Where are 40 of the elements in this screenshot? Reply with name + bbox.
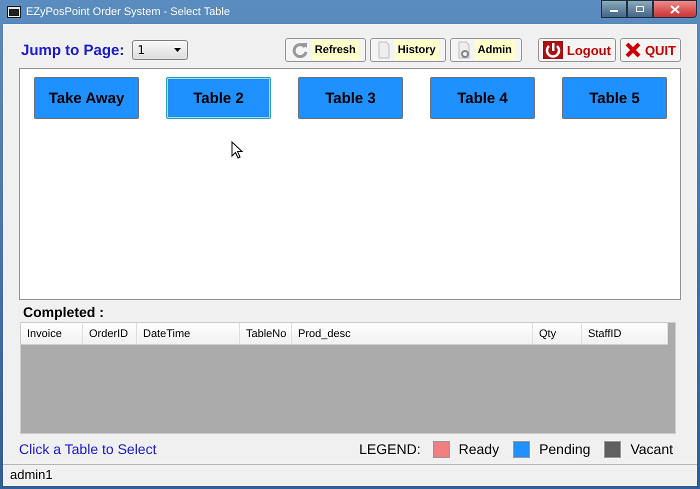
column-header[interactable]: OrderID — [83, 323, 137, 344]
legend-text: Pending — [539, 441, 590, 457]
legend-label: LEGEND: — [359, 441, 421, 457]
window-title: EZyPosPoint Order System - Select Table — [26, 6, 230, 18]
refresh-icon — [292, 42, 308, 58]
mouse-cursor-icon — [231, 141, 243, 159]
column-header[interactable]: Invoice — [21, 323, 83, 344]
page-dropdown[interactable]: 1 — [132, 40, 188, 60]
table-button[interactable]: Table 4 — [430, 77, 535, 119]
close-button[interactable] — [653, 0, 697, 18]
document-gear-icon — [456, 41, 471, 59]
maximize-button[interactable] — [627, 0, 653, 18]
logout-button[interactable]: Logout — [538, 38, 616, 62]
table-button[interactable]: Table 3 — [298, 77, 403, 119]
column-header[interactable]: TableNo — [240, 323, 292, 344]
refresh-button[interactable]: Refresh — [284, 38, 366, 62]
document-icon — [376, 41, 391, 59]
column-header[interactable]: Prod_desc — [292, 323, 533, 344]
maximize-icon — [635, 5, 645, 13]
user-name: admin1 — [10, 467, 53, 482]
table-button[interactable]: Take Away — [34, 77, 139, 119]
quit-button[interactable]: QUIT — [620, 38, 681, 62]
legend-text: Ready — [458, 441, 500, 457]
close-icon — [670, 4, 680, 14]
admin-button[interactable]: Admin — [450, 38, 522, 62]
hint-text: Click a Table to Select — [19, 441, 156, 457]
column-header[interactable]: Qty — [533, 323, 582, 344]
app-icon — [7, 6, 21, 18]
section-heading: Completed : — [23, 304, 105, 322]
column-header[interactable]: StaffID — [582, 323, 668, 344]
close-icon — [624, 42, 641, 58]
minimize-button[interactable] — [601, 0, 627, 18]
jump-to-page-label: Jump to Page: — [21, 42, 124, 58]
dropdown-caret-icon — [174, 48, 182, 52]
table-button[interactable]: Table 2 — [166, 77, 271, 119]
table-button[interactable]: Table 5 — [562, 77, 667, 119]
history-button[interactable]: History — [370, 38, 446, 62]
legend-text: Vacant — [630, 441, 673, 457]
power-icon — [542, 41, 563, 59]
column-header[interactable]: DateTime — [137, 323, 240, 344]
